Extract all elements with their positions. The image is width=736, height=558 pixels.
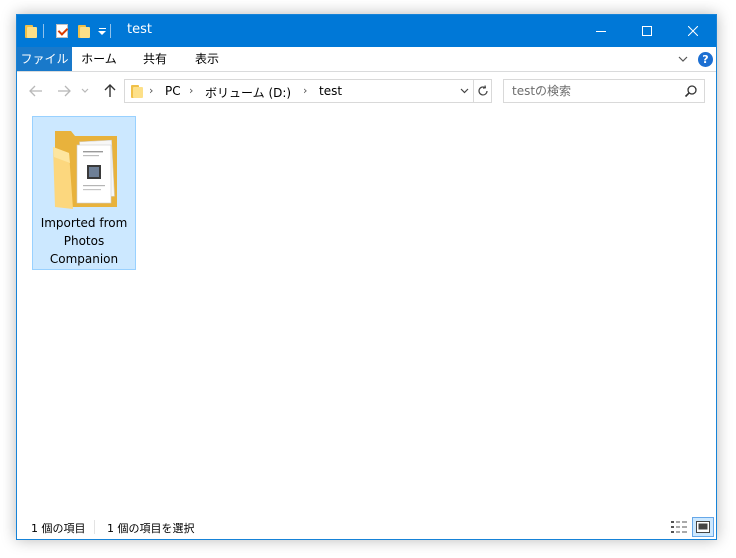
forward-button[interactable] bbox=[55, 82, 73, 100]
up-button[interactable] bbox=[101, 82, 119, 100]
forward-arrow-icon bbox=[58, 85, 71, 97]
explorer-window: test ファイル ホーム 共有 表示 ? › PC › ボリューム (D:) … bbox=[16, 14, 717, 540]
breadcrumb-separator-icon: › bbox=[149, 84, 154, 97]
status-bar: 1 個の項目 1 個の項目を選択 bbox=[17, 515, 716, 539]
minimize-button[interactable] bbox=[578, 15, 624, 47]
item-count: 1 個の項目 bbox=[31, 522, 86, 535]
breadcrumb-volume-d[interactable]: ボリューム (D:) bbox=[205, 84, 291, 101]
title-bar[interactable]: test bbox=[17, 15, 716, 47]
search-input[interactable] bbox=[504, 80, 680, 102]
tab-view[interactable]: 表示 bbox=[189, 47, 225, 71]
breadcrumb-separator-icon[interactable]: › bbox=[303, 84, 307, 97]
folder-icon bbox=[131, 84, 143, 98]
close-button[interactable] bbox=[670, 15, 716, 47]
refresh-button[interactable] bbox=[473, 80, 491, 102]
quick-access-toolbar bbox=[17, 15, 117, 47]
minimize-icon bbox=[596, 31, 606, 32]
navigation-bar: › PC › ボリューム (D:) › test bbox=[17, 73, 716, 109]
folder-icon bbox=[25, 24, 37, 38]
maximize-button[interactable] bbox=[624, 15, 670, 47]
tab-home[interactable]: ホーム bbox=[79, 47, 119, 71]
status-divider bbox=[94, 520, 95, 534]
breadcrumb-separator-icon[interactable]: › bbox=[189, 84, 193, 97]
file-list-area[interactable]: Imported from Photos Companion bbox=[17, 109, 716, 515]
search-icon[interactable] bbox=[684, 84, 698, 98]
maximize-icon bbox=[642, 26, 652, 36]
folder-with-documents-icon bbox=[53, 131, 117, 209]
back-arrow-icon bbox=[29, 85, 42, 97]
large-icons-view-button[interactable] bbox=[692, 517, 714, 537]
breadcrumb-pc[interactable]: PC bbox=[165, 84, 181, 98]
expand-ribbon-chevron-icon[interactable] bbox=[677, 53, 689, 65]
search-box[interactable] bbox=[503, 79, 705, 103]
properties-icon[interactable] bbox=[56, 24, 68, 38]
address-bar[interactable]: › PC › ボリューム (D:) › test bbox=[124, 79, 492, 103]
help-icon[interactable]: ? bbox=[698, 52, 713, 67]
window-title: test bbox=[127, 22, 152, 37]
address-history-button[interactable] bbox=[457, 80, 471, 102]
refresh-icon bbox=[477, 85, 488, 96]
large-icons-view-icon bbox=[696, 521, 710, 533]
chevron-down-icon bbox=[81, 88, 89, 93]
customize-toolbar-chevron-icon[interactable] bbox=[96, 24, 108, 38]
folder-name: Imported from Photos Companion bbox=[40, 216, 128, 266]
close-icon bbox=[688, 26, 698, 36]
folder-item[interactable]: Imported from Photos Companion bbox=[32, 116, 136, 270]
breadcrumb-test[interactable]: test bbox=[319, 84, 342, 98]
back-button[interactable] bbox=[27, 82, 45, 100]
recent-locations-button[interactable] bbox=[79, 82, 91, 100]
ribbon-tabs: ファイル ホーム 共有 表示 ? bbox=[17, 47, 716, 72]
chevron-down-icon bbox=[460, 88, 468, 94]
tab-file[interactable]: ファイル bbox=[17, 47, 72, 71]
new-folder-icon[interactable] bbox=[78, 24, 90, 38]
selected-count: 1 個の項目を選択 bbox=[107, 522, 195, 535]
details-view-icon[interactable] bbox=[670, 519, 688, 535]
up-arrow-icon bbox=[104, 84, 116, 97]
tab-share[interactable]: 共有 bbox=[137, 47, 173, 71]
